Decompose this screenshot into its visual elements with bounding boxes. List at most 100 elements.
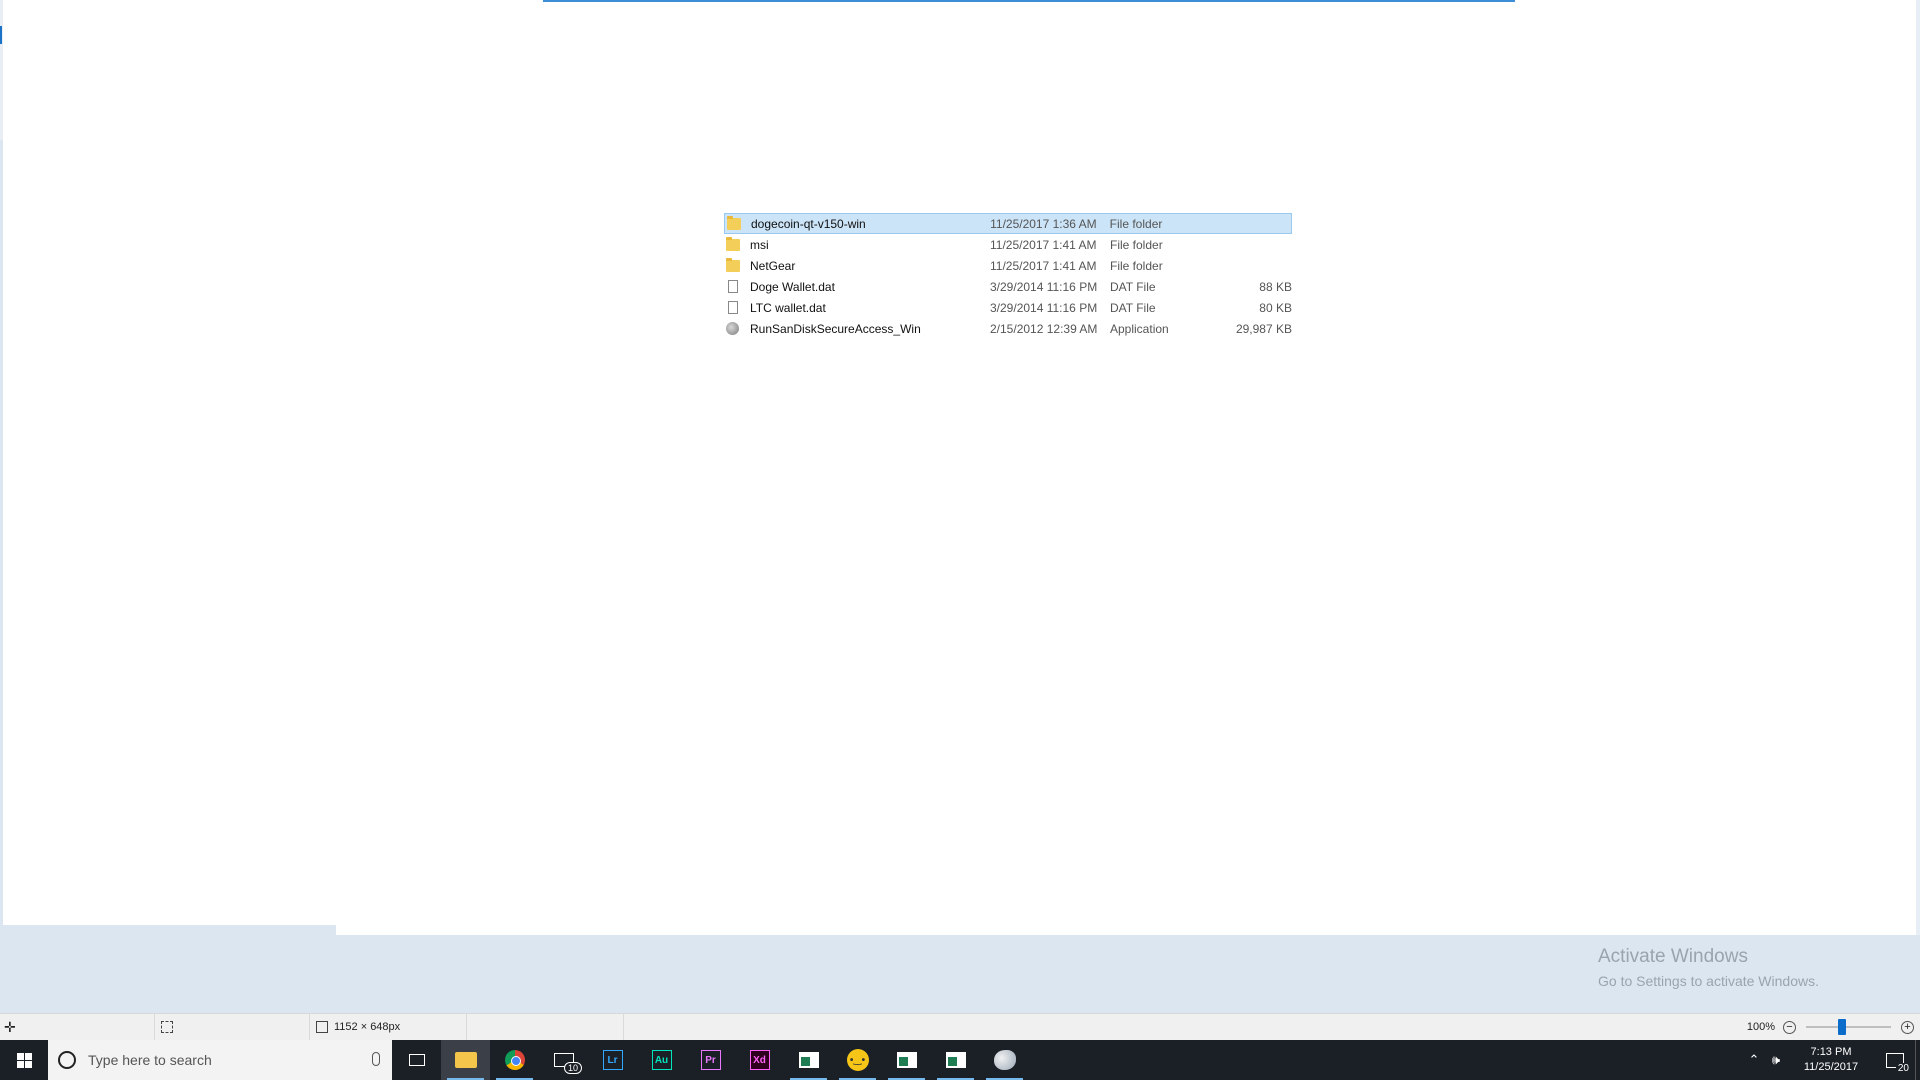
taskbar-paint[interactable] — [980, 1040, 1029, 1080]
app-window-icon — [945, 1052, 966, 1068]
taskbar-premiere[interactable]: Pr — [686, 1040, 735, 1080]
paint-canvas-area: dogecoin-qt-v150-win 11/25/2017 1:36 AM Fi… — [0, 0, 1920, 1013]
chevron-up-icon[interactable]: ⌃ — [1743, 1052, 1765, 1068]
show-desktop-button[interactable] — [1915, 1040, 1920, 1080]
start-button[interactable] — [0, 1040, 48, 1080]
file-type: File folder — [1109, 216, 1163, 231]
canvas-right-edge — [1916, 0, 1920, 935]
cortana-icon — [58, 1051, 76, 1069]
file-row[interactable]: RunSanDiskSecureAccess_Win 2/15/2012 12:3… — [724, 318, 1292, 339]
app-window-icon — [896, 1052, 917, 1068]
watermark-subtitle: Go to Settings to activate Windows. — [1598, 973, 1819, 989]
xd-icon: Xd — [749, 1050, 770, 1070]
windows-logo-icon — [16, 1052, 32, 1068]
zoom-slider-thumb[interactable] — [1837, 1019, 1846, 1035]
app-window-icon — [798, 1052, 819, 1068]
canvas-background-strip — [3, 925, 336, 937]
paint-canvas[interactable] — [3, 0, 1917, 935]
file-row[interactable]: Doge Wallet.dat 3/29/2014 11:16 PM DAT Fil… — [724, 276, 1292, 297]
taskbar-search[interactable]: Type here to search — [48, 1040, 392, 1080]
taskbar-window-2[interactable] — [882, 1040, 931, 1080]
image-size-label: 1152 × 648px — [334, 1021, 401, 1033]
emoji-face-icon: •‿• — [846, 1049, 869, 1071]
system-tray: ⌃ 🕪 7:13 PM 11/25/2017 20 — [1743, 1040, 1920, 1080]
file-size: 29,987 KB — [1235, 321, 1292, 336]
cursor-position-icon: ✛ — [4, 1018, 16, 1035]
taskbar-mail[interactable]: 10 — [539, 1040, 588, 1080]
file-icon — [728, 280, 738, 293]
file-type: DAT File — [1110, 279, 1156, 294]
zoom-out-button[interactable]: − — [1783, 1020, 1796, 1034]
file-type: File folder — [1110, 258, 1163, 273]
taskbar-lightroom[interactable]: Lr — [588, 1040, 637, 1080]
mail-badge: 10 — [563, 1062, 582, 1074]
audition-icon: Au — [651, 1050, 672, 1070]
taskbar: Type here to search 10 Lr Au Pr Xd •‿• ⌃… — [0, 1040, 1920, 1080]
taskbar-window-3[interactable] — [931, 1040, 980, 1080]
file-explorer-icon — [454, 1052, 477, 1068]
paint-icon — [993, 1050, 1016, 1070]
zoom-in-button[interactable]: + — [1901, 1020, 1914, 1034]
folder-icon — [726, 236, 740, 251]
file-date: 3/29/2014 11:16 PM — [990, 279, 1098, 294]
file-date: 11/25/2017 1:41 AM — [990, 237, 1097, 252]
taskbar-emoji-app[interactable]: •‿• — [833, 1040, 882, 1080]
search-placeholder: Type here to search — [88, 1052, 212, 1068]
taskbar-audition[interactable]: Au — [637, 1040, 686, 1080]
action-center-button[interactable]: 20 — [1875, 1040, 1915, 1080]
file-name: msi — [750, 237, 769, 252]
file-size — [467, 1014, 624, 1040]
canvas-left-edge — [0, 0, 3, 140]
captured-window-top-border — [543, 0, 1515, 2]
file-size: 88 KB — [1259, 279, 1292, 294]
file-date: 2/15/2012 12:39 AM — [990, 321, 1098, 336]
volume-icon[interactable]: 🕪 — [1765, 1052, 1787, 1068]
file-list: dogecoin-qt-v150-win 11/25/2017 1:36 AM Fi… — [724, 213, 1292, 339]
file-row[interactable]: LTC wallet.dat 3/29/2014 11:16 PM DAT File… — [724, 297, 1292, 318]
microphone-icon[interactable] — [372, 1052, 380, 1066]
captured-window-left-mark — [0, 26, 2, 44]
file-size: 80 KB — [1259, 300, 1292, 315]
taskbar-chrome[interactable] — [490, 1040, 539, 1080]
zoom-control: 100% − + — [1745, 1014, 1920, 1040]
file-row[interactable]: dogecoin-qt-v150-win 11/25/2017 1:36 AM Fi… — [724, 213, 1292, 234]
selection-icon — [161, 1021, 173, 1033]
notification-count: 20 — [1895, 1063, 1911, 1074]
app-icon — [726, 322, 739, 335]
chrome-icon — [504, 1050, 525, 1070]
file-icon — [728, 301, 738, 314]
status-bar: ✛ 1152 × 648px 100% − + — [0, 1013, 1920, 1040]
file-name: RunSanDiskSecureAccess_Win — [750, 321, 921, 336]
zoom-slider[interactable] — [1806, 1019, 1891, 1035]
watermark-title: Activate Windows — [1598, 946, 1748, 967]
lightroom-icon: Lr — [602, 1050, 623, 1070]
cursor-position: ✛ — [0, 1014, 155, 1040]
file-type: DAT File — [1110, 300, 1156, 315]
file-row[interactable]: msi 11/25/2017 1:41 AM File folder — [724, 234, 1292, 255]
file-date: 11/25/2017 1:41 AM — [990, 258, 1097, 273]
folder-icon — [727, 215, 741, 230]
activate-windows-watermark: Activate Windows Go to Settings to activ… — [1598, 946, 1819, 989]
folder-icon — [726, 257, 740, 272]
image-size: 1152 × 648px — [310, 1014, 467, 1040]
file-date: 3/29/2014 11:16 PM — [990, 300, 1098, 315]
file-name: Doge Wallet.dat — [750, 279, 835, 294]
clock-date: 11/25/2017 — [1803, 1061, 1859, 1073]
task-view-icon — [408, 1054, 425, 1066]
taskbar-xd[interactable]: Xd — [735, 1040, 784, 1080]
file-type: Application — [1110, 321, 1169, 336]
clock-time: 7:13 PM — [1810, 1046, 1852, 1058]
selection-size — [155, 1014, 310, 1040]
clock[interactable]: 7:13 PM 11/25/2017 — [1793, 1045, 1869, 1075]
premiere-icon: Pr — [700, 1050, 721, 1070]
task-view-button[interactable] — [392, 1040, 441, 1080]
image-size-icon — [316, 1021, 328, 1033]
file-date: 11/25/2017 1:36 AM — [990, 216, 1097, 231]
taskbar-file-explorer[interactable] — [441, 1040, 490, 1080]
file-name: dogecoin-qt-v150-win — [751, 216, 866, 231]
taskbar-window-1[interactable] — [784, 1040, 833, 1080]
file-row[interactable]: NetGear 11/25/2017 1:41 AM File folder — [724, 255, 1292, 276]
zoom-level: 100% — [1746, 1021, 1775, 1033]
file-name: NetGear — [750, 258, 796, 273]
file-type: File folder — [1110, 237, 1163, 252]
